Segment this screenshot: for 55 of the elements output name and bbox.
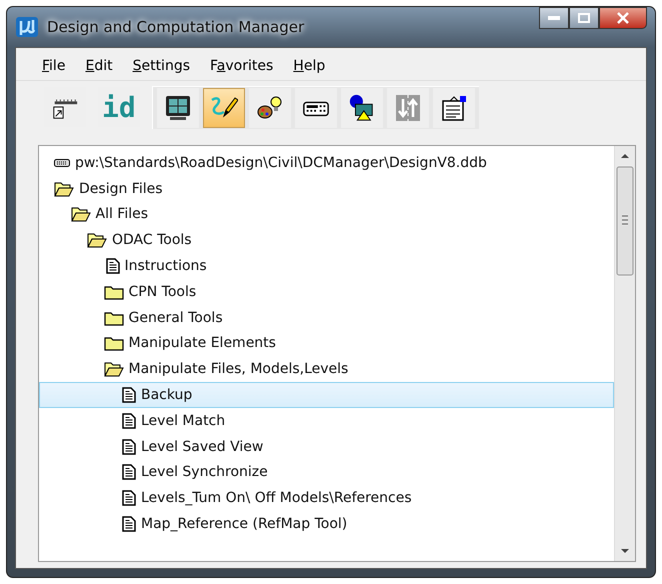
folder-icon — [104, 335, 124, 352]
document-icon — [122, 516, 136, 532]
close-button[interactable] — [599, 7, 647, 29]
tree-item[interactable]: Instructions — [39, 253, 614, 279]
arrows-icon — [394, 94, 422, 122]
minimize-button[interactable] — [539, 7, 569, 29]
menu-item[interactable]: Favorites — [202, 56, 282, 76]
toolbar-button[interactable] — [340, 88, 383, 128]
toolbar-button[interactable] — [156, 88, 199, 128]
tree-item[interactable]: Manipulate Files, Models,Levels — [39, 356, 614, 382]
tree-item[interactable]: CPN Tools — [39, 278, 614, 305]
folder-icon — [104, 310, 124, 326]
menu-item[interactable]: Help — [285, 56, 334, 76]
window-title: Design and Computation Manager — [47, 18, 304, 36]
tree-item[interactable]: pw:\Standards\RoadDesign\Civil\DCManager\DesignV8.ddb — [39, 150, 614, 176]
document-icon — [106, 258, 120, 274]
toolbar-button[interactable] — [202, 88, 245, 128]
document-icon — [122, 464, 136, 480]
tree-item[interactable]: Level Saved View — [39, 434, 614, 460]
menu-item[interactable]: File — [34, 56, 74, 76]
tree-item[interactable]: Backup — [39, 382, 614, 408]
database-icon — [54, 158, 70, 168]
open-folder-icon — [70, 206, 90, 222]
tree-item[interactable]: Design Files — [39, 176, 614, 202]
open-folder-icon — [104, 361, 124, 378]
app-logo-icon — [15, 16, 39, 38]
open-folder-icon — [54, 180, 74, 197]
maximize-icon — [578, 13, 590, 23]
minimize-icon — [548, 16, 560, 20]
close-icon — [617, 12, 629, 24]
maximize-button[interactable] — [569, 7, 599, 29]
palette-bulb-icon — [256, 94, 284, 122]
monitor-icon — [164, 94, 192, 122]
properties-icon — [440, 94, 468, 122]
folder-icon — [104, 284, 124, 300]
tree-item[interactable]: ODAC Tools — [39, 227, 614, 254]
tree-item[interactable]: Manipulate Elements — [39, 330, 614, 356]
scrollbar[interactable] — [614, 146, 635, 561]
document-icon — [122, 387, 136, 404]
tree-item[interactable]: All Files — [39, 202, 614, 228]
tree-item[interactable]: Levels_Tum On\ Off Models\References — [39, 485, 614, 512]
tree-item[interactable]: General Tools — [39, 304, 614, 331]
scroll-thumb[interactable] — [615, 166, 635, 276]
document-icon — [122, 438, 136, 455]
toolbar-button[interactable] — [432, 88, 475, 128]
open-folder-icon — [87, 232, 107, 248]
document-icon — [122, 490, 136, 506]
tree-item[interactable]: Level Synchronize — [39, 460, 614, 486]
menu-item[interactable]: Settings — [124, 56, 198, 76]
toolbar-button[interactable] — [294, 88, 337, 128]
tree-item[interactable]: Level Match — [39, 408, 614, 434]
menu-item[interactable]: Edit — [77, 56, 121, 76]
tree-item[interactable]: Map_Reference (RefMap Tool) — [39, 511, 614, 537]
document-icon — [122, 412, 136, 429]
toolbar-button[interactable] — [248, 88, 291, 128]
